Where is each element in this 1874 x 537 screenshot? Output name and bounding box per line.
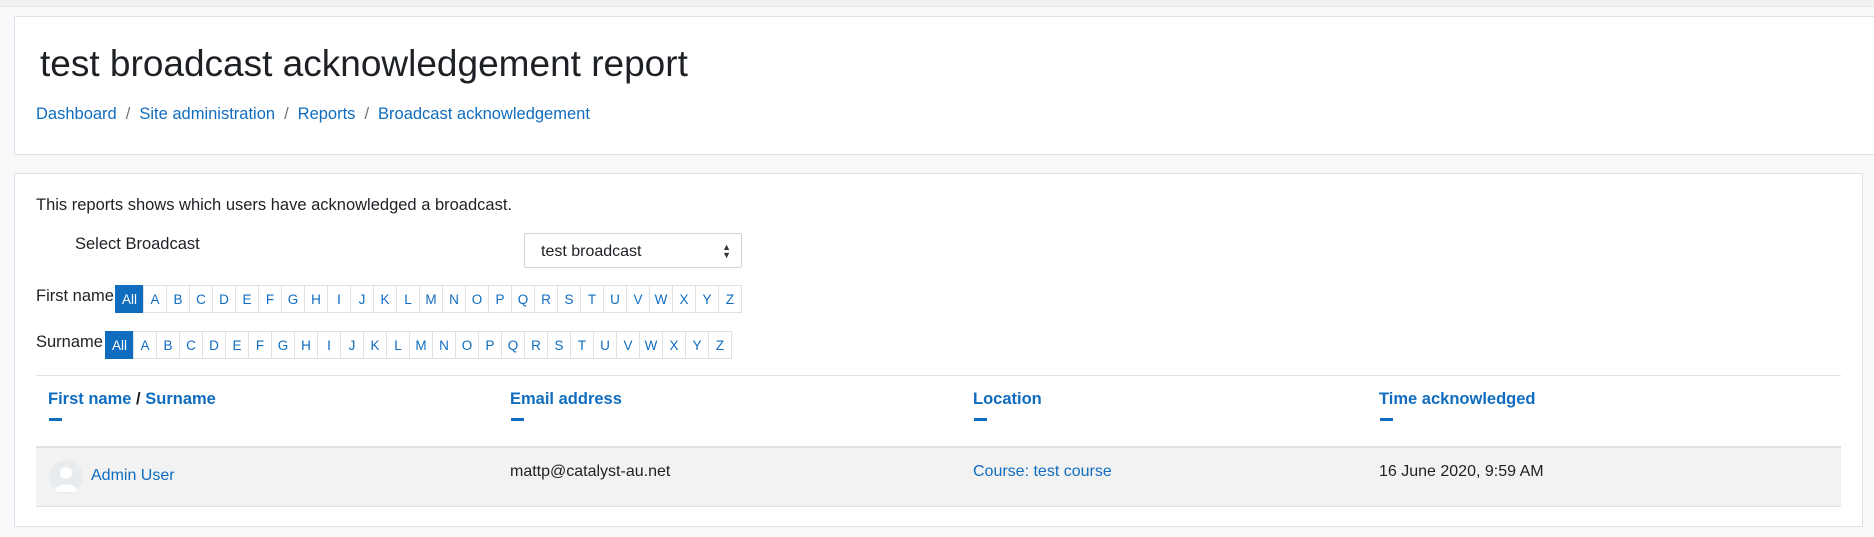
page-header: test broadcast acknowledgement report Da… <box>14 16 1874 155</box>
breadcrumb-separator: / <box>125 105 131 123</box>
column-email-header: Email address <box>510 390 622 421</box>
surname-initial-all[interactable]: All <box>105 331 135 359</box>
firstname-initial-s[interactable]: S <box>557 285 582 313</box>
surname-initial-f[interactable]: F <box>248 331 273 359</box>
surname-initial-h[interactable]: H <box>294 331 319 359</box>
sort-email-link[interactable]: Email address <box>510 390 622 408</box>
firstname-initial-m[interactable]: M <box>419 285 444 313</box>
user-name-link[interactable]: Admin User <box>91 467 175 485</box>
breadcrumb-separator: / <box>364 105 370 123</box>
firstname-initial-n[interactable]: N <box>442 285 467 313</box>
report-card: This reports shows which users have ackn… <box>14 173 1863 527</box>
surname-initial-e[interactable]: E <box>225 331 250 359</box>
user-email: mattp@catalyst-au.net <box>510 463 671 480</box>
page-title: test broadcast acknowledgement report <box>40 43 688 84</box>
firstname-initial-h[interactable]: H <box>304 285 329 313</box>
firstname-initial-p[interactable]: P <box>488 285 513 313</box>
surname-filter-label: Surname <box>36 333 103 351</box>
column-name-header: First name / Surname <box>48 390 216 421</box>
firstname-initial-e[interactable]: E <box>235 285 260 313</box>
breadcrumb-site-administration[interactable]: Site administration <box>139 105 275 123</box>
surname-initial-i[interactable]: I <box>317 331 342 359</box>
surname-initial-v[interactable]: V <box>616 331 641 359</box>
surname-initial-g[interactable]: G <box>271 331 296 359</box>
firstname-initial-x[interactable]: X <box>672 285 697 313</box>
surname-initial-l[interactable]: L <box>386 331 411 359</box>
surname-initial-j[interactable]: J <box>340 331 365 359</box>
firstname-initial-o[interactable]: O <box>465 285 490 313</box>
firstname-initials-bar: All A B C D E F G H I J K L M N O P Q R S T U V W X Y Z <box>115 285 743 313</box>
breadcrumb-reports[interactable]: Reports <box>298 105 356 123</box>
surname-initial-y[interactable]: Y <box>685 331 710 359</box>
sort-time-link[interactable]: Time acknowledged <box>1379 390 1536 408</box>
column-time-header: Time acknowledged <box>1379 390 1536 421</box>
firstname-initial-v[interactable]: V <box>626 285 651 313</box>
surname-initial-u[interactable]: U <box>593 331 618 359</box>
firstname-initial-y[interactable]: Y <box>695 285 720 313</box>
select-broadcast-value: test broadcast <box>541 243 642 260</box>
firstname-initial-q[interactable]: Q <box>511 285 536 313</box>
surname-initial-r[interactable]: R <box>524 331 549 359</box>
select-broadcast-dropdown[interactable]: test broadcast ▲ ▼ <box>524 233 742 268</box>
surname-initial-m[interactable]: M <box>409 331 434 359</box>
firstname-filter-label: First name <box>36 287 114 305</box>
header-separator: / <box>136 390 141 408</box>
collapse-column-icon[interactable] <box>511 418 524 421</box>
surname-initial-c[interactable]: C <box>179 331 204 359</box>
surname-initial-x[interactable]: X <box>662 331 687 359</box>
collapse-column-icon[interactable] <box>49 418 62 421</box>
table-header: First name / Surname Email address Locat… <box>36 375 1841 448</box>
collapse-column-icon[interactable] <box>974 418 987 421</box>
firstname-initial-a[interactable]: A <box>143 285 168 313</box>
report-description: This reports shows which users have ackn… <box>36 196 512 214</box>
surname-initial-p[interactable]: P <box>478 331 503 359</box>
select-caret-icon: ▲ ▼ <box>722 242 731 260</box>
firstname-initial-b[interactable]: B <box>166 285 191 313</box>
table-row: Admin User mattp@catalyst-au.net Course:… <box>36 448 1841 507</box>
acknowledgement-table: First name / Surname Email address Locat… <box>36 375 1841 507</box>
breadcrumb-broadcast-acknowledgement[interactable]: Broadcast acknowledgement <box>378 105 590 123</box>
breadcrumb-separator: / <box>284 105 289 123</box>
firstname-initial-i[interactable]: I <box>327 285 352 313</box>
firstname-initial-k[interactable]: K <box>373 285 398 313</box>
location-link[interactable]: Course: test course <box>973 463 1112 481</box>
sort-location-link[interactable]: Location <box>973 390 1042 408</box>
firstname-initial-g[interactable]: G <box>281 285 306 313</box>
surname-initial-w[interactable]: W <box>639 331 664 359</box>
surname-initial-o[interactable]: O <box>455 331 480 359</box>
surname-initial-t[interactable]: T <box>570 331 595 359</box>
surname-initial-q[interactable]: Q <box>501 331 526 359</box>
firstname-initial-w[interactable]: W <box>649 285 674 313</box>
firstname-initial-d[interactable]: D <box>212 285 237 313</box>
firstname-initial-r[interactable]: R <box>534 285 559 313</box>
surname-initial-d[interactable]: D <box>202 331 227 359</box>
user-avatar-icon[interactable] <box>49 460 83 494</box>
firstname-initial-u[interactable]: U <box>603 285 628 313</box>
surname-initial-n[interactable]: N <box>432 331 457 359</box>
firstname-initial-l[interactable]: L <box>396 285 421 313</box>
surname-initial-s[interactable]: S <box>547 331 572 359</box>
top-strip <box>0 0 1874 7</box>
surname-initial-b[interactable]: B <box>156 331 181 359</box>
select-broadcast-label: Select Broadcast <box>75 235 200 253</box>
surname-initials-bar: All A B C D E F G H I J K L M N O P Q R S T U V W X Y Z <box>105 331 733 359</box>
firstname-initial-t[interactable]: T <box>580 285 605 313</box>
surname-initial-a[interactable]: A <box>133 331 158 359</box>
surname-initial-z[interactable]: Z <box>708 331 733 359</box>
firstname-initial-z[interactable]: Z <box>718 285 743 313</box>
firstname-initial-c[interactable]: C <box>189 285 214 313</box>
time-acknowledged: 16 June 2020, 9:59 AM <box>1379 463 1544 480</box>
collapse-column-icon[interactable] <box>1380 418 1393 421</box>
surname-initial-k[interactable]: K <box>363 331 388 359</box>
breadcrumb: Dashboard / Site administration / Reports / Br… <box>36 105 590 124</box>
breadcrumb-dashboard[interactable]: Dashboard <box>36 105 117 123</box>
sort-firstname-link[interactable]: First name <box>48 390 131 408</box>
firstname-initial-all[interactable]: All <box>115 285 145 313</box>
column-location-header: Location <box>973 390 1042 421</box>
sort-surname-link[interactable]: Surname <box>145 390 216 408</box>
firstname-initial-j[interactable]: J <box>350 285 375 313</box>
firstname-initial-f[interactable]: F <box>258 285 283 313</box>
